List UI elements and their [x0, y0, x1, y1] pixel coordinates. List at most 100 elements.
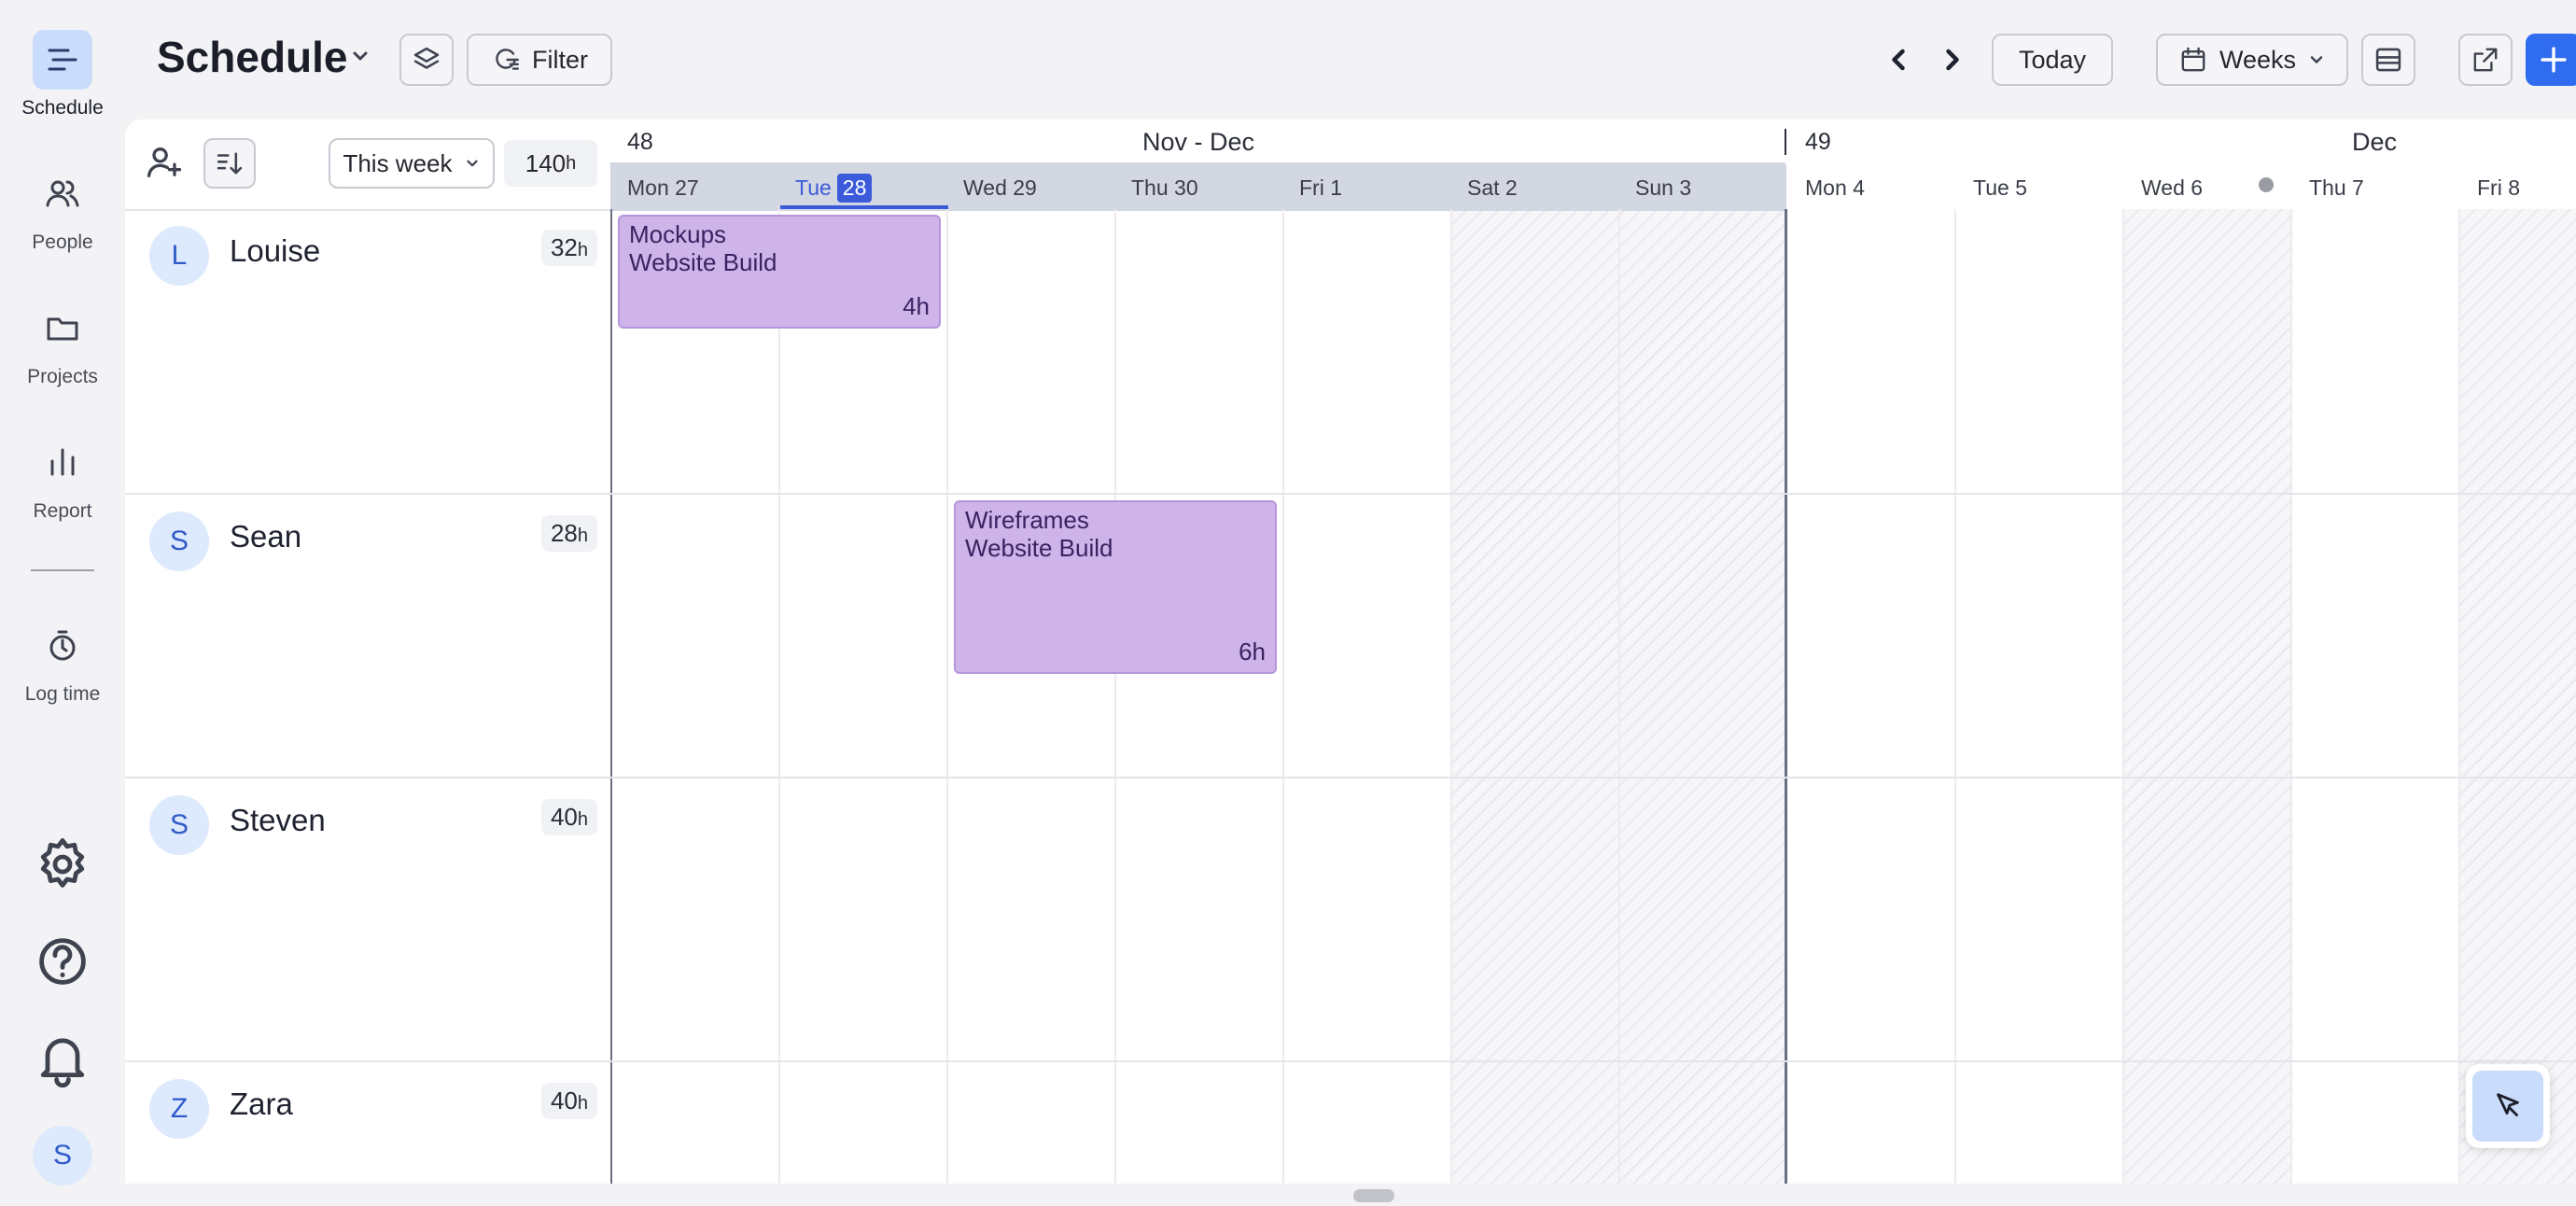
nav-label: Projects [27, 366, 98, 387]
person-name: Steven [230, 803, 326, 837]
add-button[interactable] [2526, 34, 2576, 86]
user-avatar[interactable]: S [33, 1126, 92, 1185]
event-mockups[interactable]: Mockups Website Build 4h [618, 215, 941, 329]
person-hours: 40h [540, 1083, 597, 1119]
day-label: Tue 5 [1973, 175, 2027, 200]
week-number: 49 [1805, 128, 1831, 155]
view-selector[interactable]: Weeks [2156, 34, 2348, 86]
person-row-louise[interactable]: L Louise 32h [125, 209, 610, 493]
schedule-icon [33, 30, 92, 90]
grid-line [1114, 209, 1116, 1184]
person-hours: 40h [540, 799, 597, 835]
today-underline [780, 205, 948, 209]
help-icon[interactable] [33, 932, 92, 991]
person-hours-unit: h [577, 809, 588, 830]
select-tool-button[interactable] [2466, 1064, 2550, 1148]
nav-label: Report [33, 500, 92, 522]
grid-line [1282, 209, 1284, 1184]
chevron-down-icon [2307, 50, 2326, 69]
day-label: Mon 4 [1805, 175, 1865, 200]
range-label: This week [343, 148, 453, 177]
nav-report[interactable]: Report [0, 433, 125, 523]
scrollbar-thumb[interactable] [1353, 1189, 1394, 1202]
person-hours: 32h [540, 230, 597, 266]
weekend-shade [2458, 209, 2576, 1184]
nav-label: Log time [24, 683, 101, 705]
rows-icon [2373, 44, 2404, 76]
sort-button[interactable] [203, 138, 256, 189]
person-hours-value: 32 [550, 233, 578, 261]
grid-line [2290, 209, 2292, 1184]
person-row-steven[interactable]: S Steven 40h [125, 778, 610, 1062]
event-title: Wireframes [965, 506, 1089, 534]
holiday-shade [2122, 209, 2290, 1184]
nav-divider [31, 569, 94, 571]
grid-line [1450, 209, 1452, 1184]
export-button[interactable] [2458, 34, 2513, 86]
page-title: Schedule [157, 33, 348, 81]
grid-line [1618, 209, 1620, 1184]
person-avatar: S [149, 795, 209, 855]
person-hours-value: 28 [550, 519, 578, 547]
bar-chart-icon [33, 433, 92, 493]
week-month-label: Nov - Dec [1142, 127, 1255, 156]
filter-label: Filter [532, 45, 588, 74]
total-hours-value: 140 [525, 148, 567, 177]
day-label: Fri 8 [2477, 175, 2520, 200]
week-start-line [610, 209, 612, 1184]
person-hours-unit: h [577, 240, 588, 260]
day-label: Wed 6 [2141, 175, 2204, 200]
stopwatch-icon [33, 616, 92, 676]
top-bar: Schedule Filter Today Weeks [125, 0, 2576, 119]
person-avatar: L [149, 226, 209, 286]
bell-icon[interactable] [33, 1029, 92, 1088]
person-avatar: Z [149, 1079, 209, 1139]
horizontal-scrollbar[interactable] [610, 1184, 2576, 1206]
person-name: Louise [230, 233, 321, 268]
event-project: Website Build [965, 534, 1113, 562]
grid-line [778, 209, 780, 1184]
sort-icon [214, 147, 245, 179]
person-hours-value: 40 [550, 1087, 578, 1115]
week-divider [1785, 129, 1786, 155]
nav-projects[interactable]: Projects [0, 299, 125, 388]
person-avatar: S [149, 512, 209, 571]
people-panel-header: This week 140 h [125, 119, 610, 209]
today-button[interactable]: Today [1992, 34, 2113, 86]
range-selector[interactable]: This week [329, 138, 495, 189]
nav-schedule[interactable]: Schedule [0, 30, 125, 119]
current-week-band [610, 162, 1786, 211]
left-nav: Schedule People Projects Report Log time… [0, 0, 125, 1206]
holiday-dot[interactable] [2259, 177, 2274, 192]
prev-week-button[interactable] [1882, 43, 1915, 77]
grid-line [2458, 209, 2460, 1184]
people-list: L Louise 32h S Sean 28h S Steven 40h Z Z… [125, 209, 610, 1184]
add-person-icon[interactable] [144, 142, 185, 183]
plus-icon [2538, 44, 2569, 76]
nav-people[interactable]: People [0, 164, 125, 254]
chevron-down-icon[interactable] [349, 45, 371, 67]
day-label: Thu 7 [2309, 175, 2364, 200]
next-week-button[interactable] [1936, 43, 1969, 77]
layers-button[interactable] [399, 34, 454, 86]
event-duration: 6h [1239, 638, 1266, 666]
person-row-sean[interactable]: S Sean 28h [125, 495, 610, 778]
event-title: Mockups [629, 220, 727, 248]
day-label-today: Tue 28 [795, 168, 873, 207]
nav-log-time[interactable]: Log time [0, 616, 125, 706]
event-wireframes[interactable]: Wireframes Website Build 6h [954, 500, 1277, 674]
week-month-label: Dec [2352, 127, 2398, 156]
day-label: Mon 27 [627, 175, 699, 200]
calendar-grid: 48 Nov - Dec 49 Dec Mon 27 Tue 28 Wed 29… [610, 119, 2576, 1184]
row-separator [610, 1060, 2576, 1062]
nav-label: People [32, 231, 93, 253]
day-label: Thu 30 [1131, 175, 1198, 200]
grid-line [1954, 209, 1956, 1184]
settings-icon[interactable] [33, 834, 92, 894]
density-button[interactable] [2361, 34, 2415, 86]
chevron-down-icon [464, 155, 481, 172]
grid-line [946, 209, 948, 1184]
person-row-zara[interactable]: Z Zara 40h [125, 1062, 610, 1184]
filter-button[interactable]: Filter [467, 34, 612, 86]
calendar-icon [2178, 45, 2208, 75]
